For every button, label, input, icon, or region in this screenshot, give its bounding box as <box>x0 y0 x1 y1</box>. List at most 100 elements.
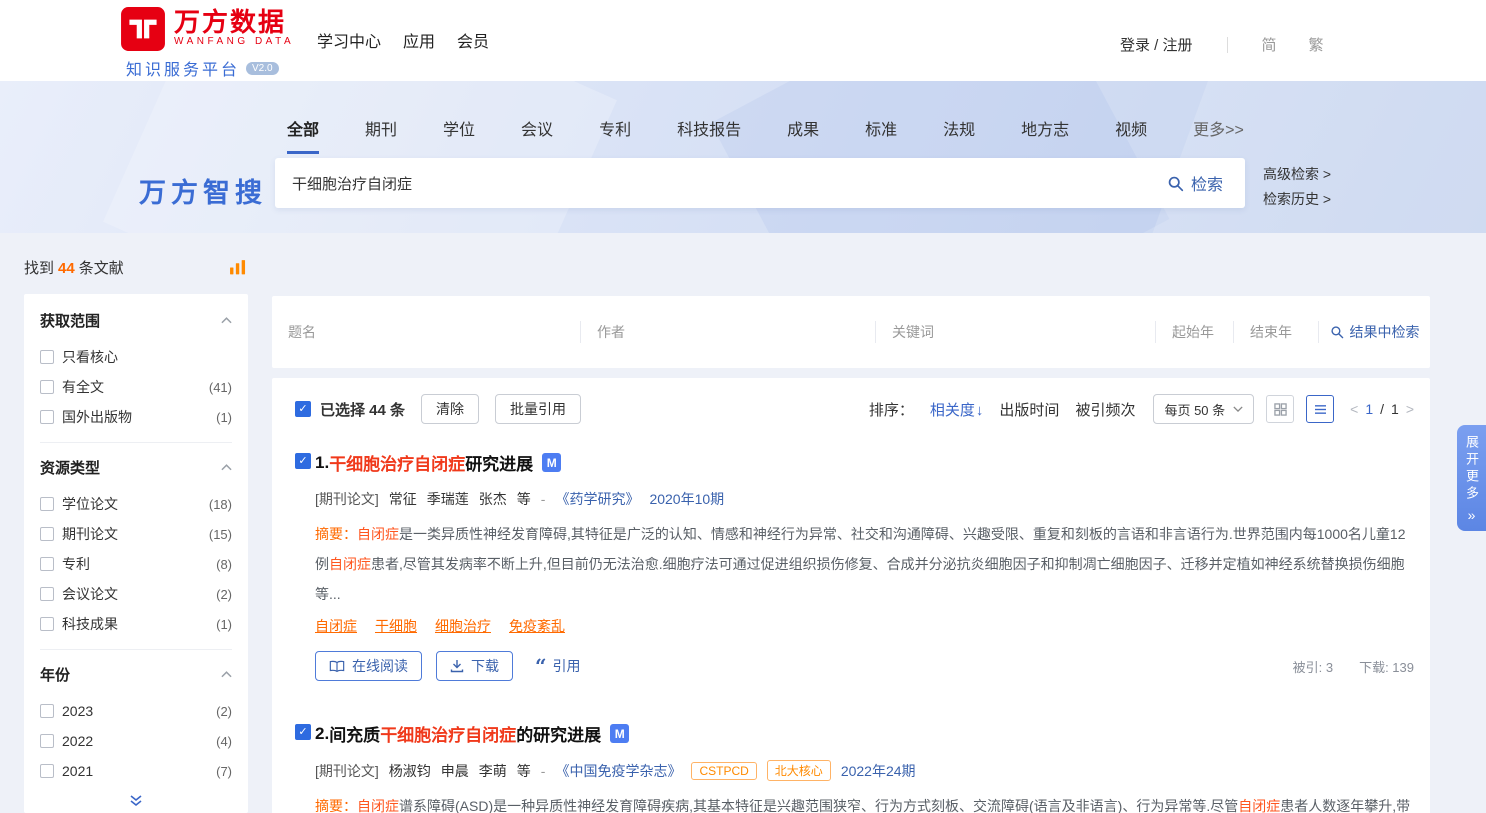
result-checkbox[interactable]: ✓ <box>295 724 311 740</box>
filter-option-conference-paper[interactable]: 会议论文 (2) <box>40 579 232 609</box>
filter-label: 期刊论文 <box>62 524 118 544</box>
etal-text: 等 <box>517 489 531 509</box>
filter-option-year-2023[interactable]: 2023 (2) <box>40 696 232 726</box>
author-link[interactable]: 季瑞莲 <box>427 489 469 509</box>
tab-degree[interactable]: 学位 <box>443 116 475 154</box>
lang-traditional[interactable]: 繁 <box>1309 34 1324 55</box>
expand-years-button[interactable] <box>40 786 232 813</box>
author-link[interactable]: 常征 <box>389 489 417 509</box>
search-input[interactable] <box>275 158 1145 208</box>
author-link[interactable]: 杨淑钧 <box>389 761 431 781</box>
list-view-button[interactable] <box>1306 395 1334 423</box>
result-actions: 在线阅读 下载 “ 引用 被引: 3 下载: 139 <box>315 651 1414 681</box>
result-title[interactable]: 2.间充质干细胞治疗自闭症的研究进展 M <box>315 721 1414 746</box>
journal-link[interactable]: 《中国免疫学杂志》 <box>555 761 681 781</box>
cite-button[interactable]: “ 引用 <box>535 656 581 676</box>
page-size-select[interactable]: 每页 50 条 <box>1153 394 1254 424</box>
checkbox[interactable] <box>40 497 54 511</box>
filter-option-year-2021[interactable]: 2021 (7) <box>40 756 232 786</box>
search-in-results-label: 结果中检索 <box>1350 322 1420 342</box>
checkbox[interactable] <box>40 410 54 424</box>
author-link[interactable]: 李萌 <box>479 761 507 781</box>
stats-chart-icon[interactable] <box>229 259 248 276</box>
sort-relevance[interactable]: 相关度↓ <box>930 399 984 420</box>
checkbox[interactable] <box>40 557 54 571</box>
download-count: 下载: 139 <box>1359 657 1414 676</box>
keyword-link[interactable]: 免疫紊乱 <box>509 616 565 636</box>
section-header-resource-type[interactable]: 资源类型 <box>40 445 232 489</box>
search-button[interactable]: 检索 <box>1145 171 1245 195</box>
advanced-search-link[interactable]: 高级检索 > <box>1263 162 1331 187</box>
section-header-year[interactable]: 年份 <box>40 652 232 696</box>
filter-option-core-only[interactable]: 只看核心 <box>40 342 232 372</box>
clear-button[interactable]: 清除 <box>421 394 479 424</box>
keyword-link[interactable]: 细胞治疗 <box>435 616 491 636</box>
result-title[interactable]: 1.干细胞治疗自闭症研究进展 M <box>315 450 1414 475</box>
abstract-segment: 自闭症 <box>357 526 399 542</box>
header-right: 登录 / 注册 简 繁 <box>1120 34 1336 55</box>
start-year-field[interactable] <box>1156 324 1233 340</box>
checkbox[interactable] <box>40 380 54 394</box>
filter-option-fulltext[interactable]: 有全文 (41) <box>40 372 232 402</box>
checkbox[interactable] <box>40 734 54 748</box>
sort-cited-frequency[interactable]: 被引频次 <box>1075 399 1135 420</box>
nav-learning-center[interactable]: 学习中心 <box>317 28 381 52</box>
read-online-button[interactable]: 在线阅读 <box>315 651 422 681</box>
tab-achievement[interactable]: 成果 <box>787 116 819 154</box>
tab-more[interactable]: 更多>> <box>1193 116 1244 154</box>
filter-option-foreign[interactable]: 国外出版物 (1) <box>40 402 232 432</box>
journal-link[interactable]: 《药学研究》 <box>555 489 639 509</box>
card-view-button[interactable] <box>1266 395 1294 423</box>
grid-view-icon <box>1274 403 1287 416</box>
nav-apps[interactable]: 应用 <box>403 28 435 52</box>
prev-page-button[interactable]: < <box>1350 401 1358 417</box>
filter-option-patent[interactable]: 专利 (8) <box>40 549 232 579</box>
section-header-scope[interactable]: 获取范围 <box>40 298 232 342</box>
nav-membership[interactable]: 会员 <box>457 28 489 52</box>
select-all-checkbox[interactable]: ✓ <box>295 401 311 417</box>
result-checkbox[interactable]: ✓ <box>295 453 311 469</box>
search-in-results-button[interactable]: 结果中检索 <box>1318 321 1430 343</box>
author-link[interactable]: 张杰 <box>479 489 507 509</box>
lang-simplified[interactable]: 简 <box>1262 34 1277 55</box>
filter-option-journal-paper[interactable]: 期刊论文 (15) <box>40 519 232 549</box>
wanfang-logo-icon <box>120 6 166 52</box>
checkbox[interactable] <box>40 764 54 778</box>
sort-desc-arrow-icon: ↓ <box>976 402 984 419</box>
login-register-link[interactable]: 登录 / 注册 <box>1120 34 1193 55</box>
checkbox[interactable] <box>40 617 54 631</box>
tab-video[interactable]: 视频 <box>1115 116 1147 154</box>
title-field[interactable] <box>272 324 580 340</box>
expand-more-tab[interactable]: 展开更多 » <box>1457 425 1486 531</box>
author-link[interactable]: 申晨 <box>441 761 469 781</box>
tab-tech-report[interactable]: 科技报告 <box>677 116 741 154</box>
keyword-link[interactable]: 干细胞 <box>375 616 417 636</box>
tab-local-chronicle[interactable]: 地方志 <box>1021 116 1069 154</box>
issue-link[interactable]: 2022年24期 <box>841 761 916 781</box>
tab-journal[interactable]: 期刊 <box>365 116 397 154</box>
batch-cite-button[interactable]: 批量引用 <box>495 394 581 424</box>
search-history-link[interactable]: 检索历史 > <box>1263 187 1331 212</box>
checkbox[interactable] <box>40 350 54 364</box>
issue-link[interactable]: 2020年10期 <box>649 489 724 509</box>
filter-option-year-2022[interactable]: 2022 (4) <box>40 726 232 756</box>
tab-conference[interactable]: 会议 <box>521 116 553 154</box>
checkbox[interactable] <box>40 587 54 601</box>
next-page-button[interactable]: > <box>1406 401 1414 417</box>
keyword-field[interactable] <box>876 324 1155 340</box>
sort-publish-time[interactable]: 出版时间 <box>999 399 1059 420</box>
abstract-segment: 谱系障碍(ASD)是一种异质性神经发育障碍疾病,其基本特征是兴趣范围狭窄、行为方… <box>399 798 1238 813</box>
tab-standard[interactable]: 标准 <box>865 116 897 154</box>
filter-option-tech-achievement[interactable]: 科技成果 (1) <box>40 609 232 639</box>
tab-all[interactable]: 全部 <box>287 116 319 154</box>
download-button[interactable]: 下载 <box>436 651 513 681</box>
filter-option-degree-thesis[interactable]: 学位论文 (18) <box>40 489 232 519</box>
author-field[interactable] <box>581 324 875 340</box>
logo[interactable]: 万方数据 WANFANG DATA 知识服务平台 V2.0 <box>120 6 294 80</box>
checkbox[interactable] <box>40 527 54 541</box>
tab-patent[interactable]: 专利 <box>599 116 631 154</box>
keyword-link[interactable]: 自闭症 <box>315 616 357 636</box>
end-year-field[interactable] <box>1234 324 1318 340</box>
tab-regulation[interactable]: 法规 <box>943 116 975 154</box>
checkbox[interactable] <box>40 704 54 718</box>
